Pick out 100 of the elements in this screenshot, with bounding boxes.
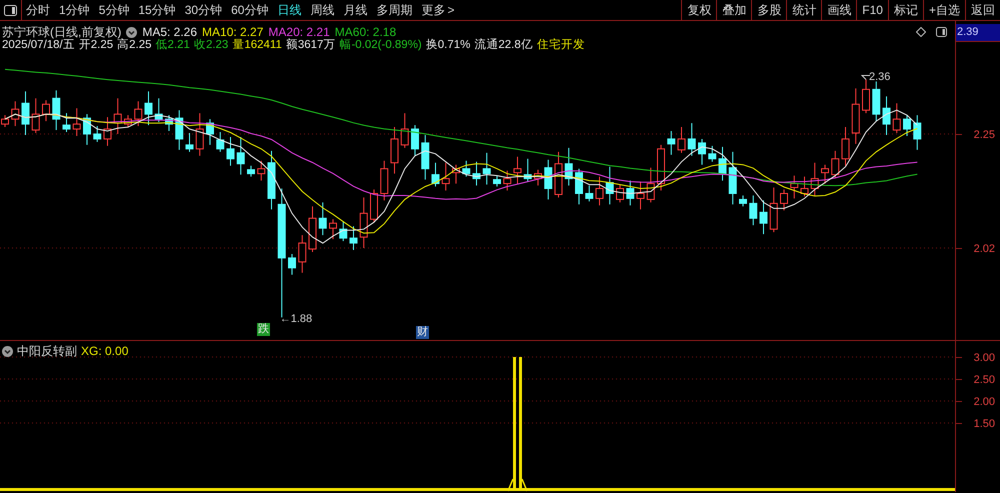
period-tab[interactable]: 更多 xyxy=(421,1,446,19)
candlestick xyxy=(739,194,747,207)
period-tab[interactable]: 日线 xyxy=(277,1,302,19)
candlestick xyxy=(606,166,614,205)
candlestick xyxy=(329,218,337,240)
event-marker[interactable]: 财 xyxy=(416,326,429,339)
candlestick xyxy=(83,114,91,146)
quote-field: 幅-0.02(-0.89%) xyxy=(339,37,422,54)
candlestick xyxy=(226,136,234,166)
candlestick xyxy=(564,147,573,186)
candlestick xyxy=(810,162,819,196)
candlestick xyxy=(196,112,204,156)
panel-toggle-icon[interactable] xyxy=(936,27,947,37)
candlestick xyxy=(790,175,798,199)
period-tab[interactable]: 月线 xyxy=(343,1,368,19)
candlestick xyxy=(718,146,726,182)
toolbar-button[interactable]: 画线 xyxy=(821,0,856,20)
period-tab[interactable]: 15分钟 xyxy=(138,1,176,19)
period-tab[interactable]: 30分钟 xyxy=(184,1,222,19)
candlestick xyxy=(411,124,419,156)
candlestick xyxy=(554,151,562,198)
candlestick xyxy=(452,164,460,184)
candlestick xyxy=(913,114,922,150)
candlestick xyxy=(308,206,316,252)
ma-value: MA5: 2.26 xyxy=(142,24,198,39)
toolbar-button[interactable]: 返回 xyxy=(965,0,1000,20)
toolbar-button[interactable]: 多股 xyxy=(751,0,786,20)
toolbar-button[interactable]: 复权 xyxy=(681,0,716,20)
candlestick xyxy=(370,189,378,223)
candlestick xyxy=(688,122,696,156)
candlestick xyxy=(862,78,870,114)
candlestick xyxy=(93,126,102,142)
candlestick xyxy=(442,162,450,191)
candlestick xyxy=(134,100,142,127)
stock-title: 苏宁环球(日线,前复权) xyxy=(2,24,122,39)
toolbar-button[interactable]: 标记 xyxy=(888,0,923,20)
candlestick xyxy=(124,114,132,128)
candlestick xyxy=(318,202,327,236)
indicator-axis-label: 2.50 xyxy=(974,373,995,388)
candlestick xyxy=(514,156,522,184)
more-arrow[interactable]: > xyxy=(447,1,454,19)
candlestick xyxy=(728,151,737,205)
period-tab[interactable]: 60分钟 xyxy=(231,1,268,19)
quote-field: 开2.25 xyxy=(78,37,114,54)
candlestick xyxy=(657,144,665,191)
collapse-icon[interactable] xyxy=(126,26,138,38)
candlestick xyxy=(339,220,348,242)
candlestick xyxy=(350,226,358,250)
quote-field: 低2.21 xyxy=(156,37,190,54)
toolbar-button[interactable]: 统计 xyxy=(786,0,822,20)
candlestick xyxy=(534,169,542,186)
candlestick xyxy=(288,253,296,276)
toolbar-button[interactable]: F10 xyxy=(856,0,888,20)
quote-field: 高2.25 xyxy=(117,37,152,54)
candlestick xyxy=(32,98,40,134)
candlestick xyxy=(831,150,840,178)
candlestick xyxy=(52,90,60,131)
candlestick xyxy=(400,112,409,148)
quote-field: 2025/07/18/五 xyxy=(2,37,75,54)
indicator-value: XG: 0.00 xyxy=(81,343,128,360)
high-leader-line xyxy=(860,74,870,80)
low-price-label: ←1.88 xyxy=(280,312,312,328)
candlestick xyxy=(72,108,81,136)
period-tab[interactable]: 1分钟 xyxy=(59,1,90,19)
high-price-label: 2.36 xyxy=(869,70,890,86)
candlestick xyxy=(892,102,901,134)
panel-toggle-icon[interactable] xyxy=(4,4,17,16)
candlestick xyxy=(646,167,655,203)
toolbar-button[interactable]: 叠加 xyxy=(716,0,752,20)
period-tab[interactable]: 5分钟 xyxy=(98,1,130,19)
candlestick xyxy=(821,164,829,184)
candlestick xyxy=(206,118,214,146)
candlestick xyxy=(585,185,594,202)
candlestick xyxy=(462,160,470,178)
indicator-title: 中阳反转副 xyxy=(17,343,77,360)
period-tab[interactable]: 周线 xyxy=(310,1,334,19)
candlestick xyxy=(596,176,604,206)
price-axis-label: 2.39 xyxy=(956,24,1000,42)
quote-field: 额3617万 xyxy=(286,37,336,54)
candlestick xyxy=(780,189,788,211)
candlestick xyxy=(11,100,20,127)
diamond-icon[interactable] xyxy=(916,27,926,37)
collapse-icon[interactable] xyxy=(2,346,13,356)
candlestick xyxy=(62,112,70,133)
candlestick xyxy=(698,138,706,166)
candlestick xyxy=(770,187,778,233)
candlestick xyxy=(360,196,368,248)
ma-value: MA10: 2.27 xyxy=(202,24,264,39)
candlestick xyxy=(432,162,440,188)
period-tab[interactable]: 多周期 xyxy=(376,1,412,19)
period-tab[interactable]: 分时 xyxy=(26,1,50,19)
indicator-axis-label: 3.00 xyxy=(974,351,995,366)
toolbar-button[interactable]: +自选 xyxy=(922,0,965,20)
candlestick xyxy=(421,134,430,180)
candlestick xyxy=(104,116,112,146)
candlestick xyxy=(165,114,173,132)
candlestick xyxy=(268,150,276,210)
quote-field: 收2.23 xyxy=(194,37,228,54)
candlestick xyxy=(175,110,184,150)
candlestick xyxy=(842,126,850,166)
